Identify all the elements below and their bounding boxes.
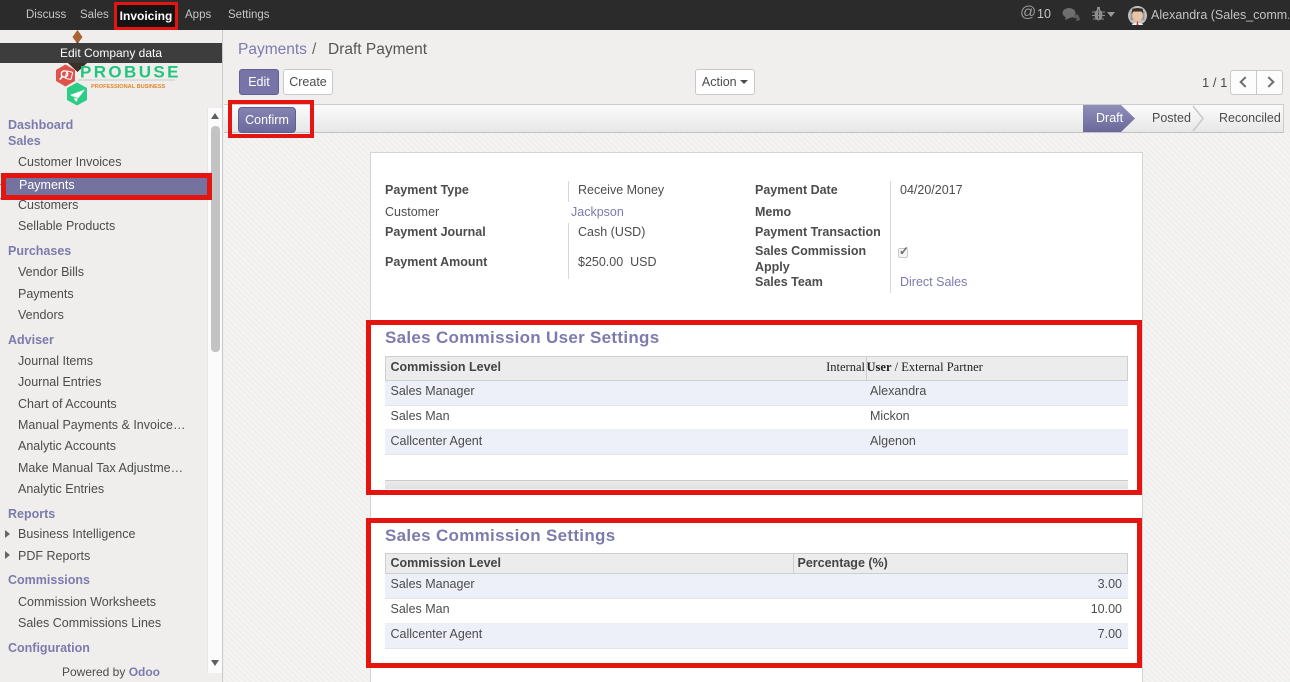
svg-text:PROBUSE: PROBUSE [80, 63, 181, 82]
svg-text:PROFESSIONAL BUSINESS: PROFESSIONAL BUSINESS [91, 84, 165, 90]
